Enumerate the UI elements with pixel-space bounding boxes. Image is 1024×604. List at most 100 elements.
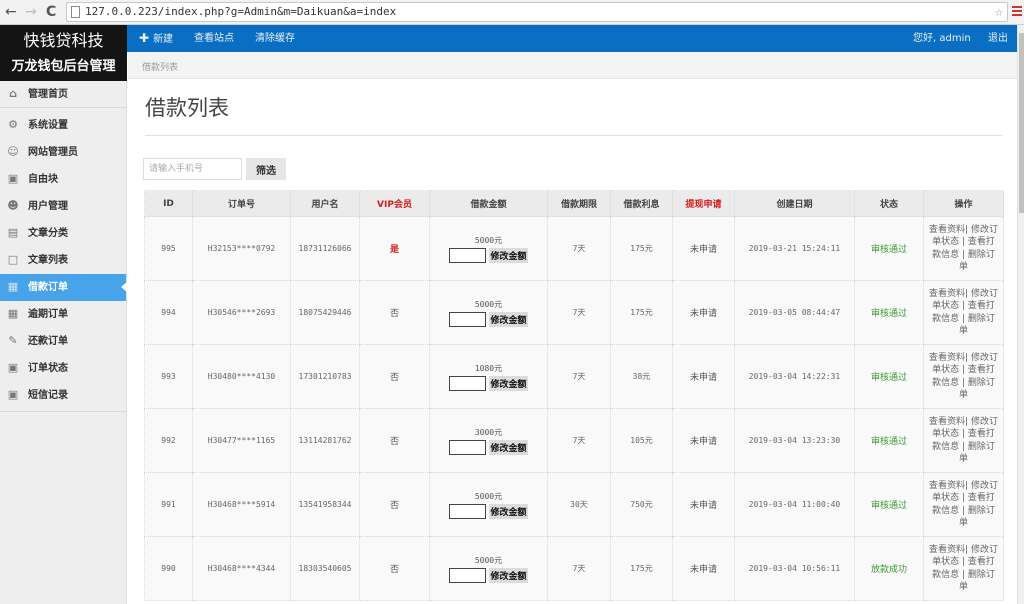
sidebar-item[interactable]: ☺ 网站管理员	[0, 139, 126, 166]
amount-value: 1080元	[474, 363, 503, 373]
reload-icon[interactable]: C	[46, 4, 56, 20]
sidebar-item[interactable]: ▤ 文章分类	[0, 220, 126, 247]
sidebar-item[interactable]: □ 文章列表	[0, 247, 126, 274]
address-bar[interactable]: 127.0.0.223/index.php?g=Admin&m=Daikuan&…	[66, 2, 1008, 22]
sidebar-item[interactable]: ⌂ 管理首页	[0, 81, 126, 108]
sidebar-item[interactable]: ▣ 订单状态	[0, 355, 126, 382]
cell-amount: 5000元 修改金额	[429, 216, 548, 281]
action-separator: |	[959, 377, 968, 388]
brand-logo: 快钱贷科技 万龙钱包后台管理	[0, 25, 127, 81]
cell-username: 18303540605	[290, 536, 360, 601]
view-profile-link[interactable]: 查看资料	[929, 225, 965, 235]
modify-amount-button[interactable]: 修改金额	[489, 247, 528, 263]
cell-interest: 175元	[610, 216, 673, 281]
user-greeting[interactable]: 您好, admin	[913, 25, 971, 52]
modify-amount-button[interactable]: 修改金额	[489, 439, 528, 455]
scrollbar-thumb[interactable]	[1019, 33, 1024, 213]
cell-username: 18075429446	[290, 280, 360, 345]
action-separator: |	[959, 569, 968, 580]
cell-id: 995	[144, 216, 193, 281]
amount-input[interactable]	[449, 567, 487, 583]
amount-input[interactable]	[449, 503, 487, 519]
cell-order-no: H30480****4130	[192, 344, 291, 409]
table-row: 991 H30468****5914 13541958344 否 5000元 修改金额 30…	[144, 472, 1004, 537]
column-header: 借款金额	[429, 190, 548, 217]
table-row: 990 H30468****4344 18303540605 否 5000元 修改金额 7天…	[144, 536, 1004, 601]
modify-amount-button[interactable]: 修改金额	[489, 567, 528, 583]
modify-amount-button[interactable]: 修改金额	[489, 375, 528, 391]
amount-input[interactable]	[449, 375, 487, 391]
modify-amount-button[interactable]: 修改金额	[489, 503, 528, 519]
view-site-link[interactable]: 查看站点	[194, 25, 234, 52]
sidebar-item-label: 还款订单	[28, 336, 68, 347]
view-profile-link[interactable]: 查看资料	[929, 417, 965, 427]
cell-term: 30天	[547, 472, 611, 537]
action-separator: |	[959, 313, 968, 324]
sidebar-item[interactable]: ▣ 自由块	[0, 166, 126, 193]
clear-cache-link[interactable]: 清除缓存	[255, 25, 295, 52]
logout-link[interactable]: 退出	[988, 25, 1008, 52]
filter-button[interactable]: 筛选	[246, 158, 286, 180]
modify-amount-button[interactable]: 修改金额	[489, 311, 528, 327]
column-header: 操作	[923, 190, 1004, 217]
cell-term: 7天	[547, 216, 611, 281]
cell-created: 2019-03-21 15:24:11	[734, 216, 855, 281]
cell-vip: 否	[359, 280, 430, 345]
phone-search-input[interactable]	[143, 158, 242, 180]
cell-withdraw: 未申请	[672, 280, 735, 345]
sidebar: ⌂ 管理首页 ⚙ 系统设置 ☺ 网站管理员 ▣ 自由块 ☻ 用户管理 ▤ 文章分类 □ 文章列表 ▦ 借款订单…	[0, 81, 127, 604]
cell-term: 7天	[547, 344, 611, 409]
back-arrow-icon[interactable]: ←	[5, 4, 17, 20]
column-header: 借款利息	[610, 190, 673, 217]
amount-input[interactable]	[449, 439, 487, 455]
loan-table-wrapper: ID 订单号 用户名 VIP会员 借款金额 借款期限 借款利息 提现申请 创建日期 状态 操作 99…	[144, 190, 1004, 601]
plus-icon: ✚	[139, 31, 150, 45]
company-name: 快钱贷科技	[23, 31, 104, 50]
page-scrollbar[interactable]	[1017, 25, 1024, 604]
new-button[interactable]: ✚ 新建	[139, 25, 173, 53]
cell-amount: 5000元 修改金额	[429, 472, 548, 537]
book-icon: ▤	[7, 226, 19, 239]
cell-username: 13541958344	[290, 472, 360, 537]
cell-username: 18731126066	[290, 216, 360, 281]
sidebar-item[interactable]: ▦ 借款订单	[0, 274, 127, 301]
view-profile-link[interactable]: 查看资料	[929, 545, 965, 555]
sidebar-item[interactable]: ▣ 短信记录	[0, 382, 126, 409]
view-profile-link[interactable]: 查看资料	[929, 289, 965, 299]
forward-arrow-icon[interactable]: →	[25, 4, 37, 20]
amount-value: 5000元	[474, 299, 503, 309]
table-row: 992 H30477****1165 13114281762 否 3000元 修改金额 7天…	[144, 408, 1004, 473]
table-row: 995 H32153****0792 18731126066 是 5000元 修改金额 7天…	[144, 216, 1004, 281]
sidebar-item[interactable]: ✎ 还款订单	[0, 328, 126, 355]
action-separator: |	[959, 429, 968, 439]
cell-order-no: H30546****2693	[192, 280, 291, 345]
sidebar-item[interactable]: ☻ 用户管理	[0, 193, 126, 220]
view-profile-link[interactable]: 查看资料	[929, 353, 965, 363]
table-header-row: ID 订单号 用户名 VIP会员 借款金额 借款期限 借款利息 提现申请 创建日期 状态 操作	[144, 190, 1004, 217]
view-profile-link[interactable]: 查看资料	[929, 481, 965, 491]
cell-username: 17301210783	[290, 344, 360, 409]
cell-id: 991	[144, 472, 193, 537]
cell-withdraw: 未申请	[672, 344, 735, 409]
browser-toolbar: ← → C 127.0.0.223/index.php?g=Admin&m=Da…	[0, 0, 1024, 25]
cell-username: 13114281762	[290, 408, 360, 473]
sidebar-item[interactable]: ▦ 逾期订单	[0, 301, 126, 328]
inbox-icon: ▣	[7, 361, 19, 374]
bookmark-star-icon[interactable]: ☆	[995, 3, 1003, 21]
amount-edit-group: 修改金额	[449, 567, 528, 583]
sidebar-divider	[0, 411, 126, 412]
cell-vip: 否	[359, 472, 430, 537]
sidebar-item-label: 逾期订单	[28, 309, 68, 320]
amount-input[interactable]	[449, 311, 487, 327]
cell-id: 994	[144, 280, 193, 345]
cell-vip: 否	[359, 408, 430, 473]
breadcrumb[interactable]: 借款列表	[142, 60, 178, 73]
column-header: 创建日期	[734, 190, 855, 217]
amount-edit-group: 修改金额	[449, 375, 528, 391]
browser-menu-icon[interactable]	[1012, 6, 1022, 18]
sidebar-item-label: 短信记录	[28, 390, 68, 401]
amount-input[interactable]	[449, 247, 487, 263]
page-icon	[71, 6, 80, 18]
cell-created: 2019-03-04 10:56:11	[734, 536, 855, 601]
sidebar-item[interactable]: ⚙ 系统设置	[0, 112, 126, 139]
